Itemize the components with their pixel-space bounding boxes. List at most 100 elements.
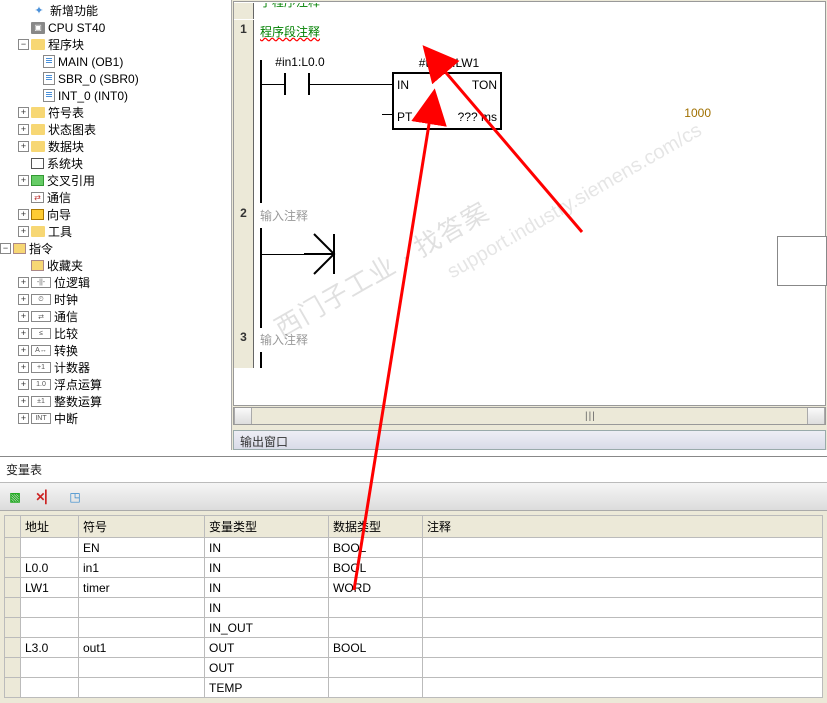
table-row[interactable]: LW1timerINWORD bbox=[5, 578, 823, 598]
cell-comment[interactable] bbox=[423, 638, 823, 658]
collapse-icon[interactable]: − bbox=[18, 39, 29, 50]
expand-icon[interactable]: + bbox=[18, 209, 29, 220]
tree-item-system-block[interactable]: 系统块 bbox=[0, 155, 231, 172]
tree-item-data-block[interactable]: +数据块 bbox=[0, 138, 231, 155]
row-header[interactable] bbox=[5, 678, 21, 698]
cell-comment[interactable] bbox=[423, 618, 823, 638]
cell-comment[interactable] bbox=[423, 538, 823, 558]
tree-item-main[interactable]: MAIN (OB1) bbox=[0, 53, 231, 70]
cell-symbol[interactable]: EN bbox=[79, 538, 205, 558]
table-row[interactable]: OUT bbox=[5, 658, 823, 678]
cell-vartype[interactable]: OUT bbox=[205, 638, 329, 658]
cell-comment[interactable] bbox=[423, 578, 823, 598]
expand-icon[interactable]: + bbox=[18, 277, 29, 288]
tree-item-favorites[interactable]: 收藏夹 bbox=[0, 257, 231, 274]
col-symbol[interactable]: 符号 bbox=[79, 516, 205, 538]
tree-item-interrupt[interactable]: +INT中断 bbox=[0, 410, 231, 427]
expand-icon[interactable]: + bbox=[18, 311, 29, 322]
tree-item-convert[interactable]: +A↔转换 bbox=[0, 342, 231, 359]
tree-item-program-block[interactable]: −程序块 bbox=[0, 36, 231, 53]
tree-item-new-feature[interactable]: ✦新增功能 bbox=[0, 2, 231, 19]
expand-icon[interactable]: + bbox=[18, 175, 29, 186]
expand-icon[interactable]: + bbox=[18, 379, 29, 390]
tree-item-counter[interactable]: ++1计数器 bbox=[0, 359, 231, 376]
add-row-button[interactable]: ▧ bbox=[4, 486, 26, 508]
cell-address[interactable] bbox=[21, 678, 79, 698]
cell-datatype[interactable] bbox=[329, 618, 423, 638]
cell-address[interactable]: L3.0 bbox=[21, 638, 79, 658]
row-header[interactable] bbox=[5, 658, 21, 678]
tree-item-symbol-table[interactable]: +符号表 bbox=[0, 104, 231, 121]
tree-item-status-chart[interactable]: +状态图表 bbox=[0, 121, 231, 138]
variable-table[interactable]: 地址 符号 变量类型 数据类型 注释 ENINBOOLL0.0in1INBOOL… bbox=[4, 515, 823, 698]
cell-vartype[interactable]: IN bbox=[205, 598, 329, 618]
cell-vartype[interactable]: IN bbox=[205, 558, 329, 578]
row-header[interactable] bbox=[5, 638, 21, 658]
tree-item-tools[interactable]: +工具 bbox=[0, 223, 231, 240]
cell-datatype[interactable]: WORD bbox=[329, 578, 423, 598]
delete-row-button[interactable]: ✕▏ bbox=[34, 486, 56, 508]
contact-in1[interactable]: #in1:L0.0 bbox=[284, 73, 310, 95]
tree-item-comm[interactable]: ⇄通信 bbox=[0, 189, 231, 206]
scroll-left-button[interactable] bbox=[234, 408, 252, 424]
network-comment-placeholder[interactable]: 输入注释 bbox=[260, 209, 308, 223]
cell-address[interactable] bbox=[21, 598, 79, 618]
cell-symbol[interactable]: in1 bbox=[79, 558, 205, 578]
cell-comment[interactable] bbox=[423, 598, 823, 618]
row-header[interactable] bbox=[5, 558, 21, 578]
cell-vartype[interactable]: OUT bbox=[205, 658, 329, 678]
scroll-thumb[interactable]: ||| bbox=[585, 411, 596, 422]
cell-address[interactable] bbox=[21, 618, 79, 638]
table-row[interactable]: IN_OUT bbox=[5, 618, 823, 638]
row-header[interactable] bbox=[5, 618, 21, 638]
cell-symbol[interactable]: out1 bbox=[79, 638, 205, 658]
cell-comment[interactable] bbox=[423, 678, 823, 698]
tree-item-comm2[interactable]: +⇄通信 bbox=[0, 308, 231, 325]
collapse-icon[interactable]: − bbox=[0, 243, 11, 254]
tree-item-bit-logic[interactable]: +-||-位逻辑 bbox=[0, 274, 231, 291]
network-2[interactable]: 2 输入注释 bbox=[234, 203, 825, 327]
cell-vartype[interactable]: IN bbox=[205, 578, 329, 598]
ladder-scroll[interactable]: 子程序注释 1 程序段注释 #in1:L0.0 bbox=[233, 1, 826, 406]
expand-icon[interactable]: + bbox=[18, 226, 29, 237]
cell-vartype[interactable]: TEMP bbox=[205, 678, 329, 698]
cell-datatype[interactable] bbox=[329, 598, 423, 618]
cell-vartype[interactable]: IN_OUT bbox=[205, 618, 329, 638]
toolbar-button[interactable]: ◳ bbox=[64, 486, 86, 508]
tree-item-integer[interactable]: +±1整数运算 bbox=[0, 393, 231, 410]
tree-item-clock[interactable]: +⏲时钟 bbox=[0, 291, 231, 308]
network-3[interactable]: 3 输入注释 bbox=[234, 327, 825, 367]
scroll-right-button[interactable] bbox=[807, 408, 825, 424]
expand-icon[interactable]: + bbox=[18, 362, 29, 373]
cell-symbol[interactable] bbox=[79, 618, 205, 638]
cell-vartype[interactable]: IN bbox=[205, 538, 329, 558]
cell-symbol[interactable] bbox=[79, 658, 205, 678]
network-1[interactable]: 1 程序段注释 #in1:L0.0 #timer:LW1 IN bbox=[234, 19, 825, 203]
expand-icon[interactable]: + bbox=[18, 124, 29, 135]
sub-comment[interactable]: 子程序注释 bbox=[260, 3, 320, 9]
horizontal-scrollbar[interactable]: ||| bbox=[233, 407, 826, 425]
cell-datatype[interactable]: BOOL bbox=[329, 538, 423, 558]
cell-datatype[interactable]: BOOL bbox=[329, 638, 423, 658]
tree-item-int0[interactable]: INT_0 (INT0) bbox=[0, 87, 231, 104]
table-row[interactable]: IN bbox=[5, 598, 823, 618]
cell-address[interactable] bbox=[21, 538, 79, 558]
table-row[interactable]: L3.0out1OUTBOOL bbox=[5, 638, 823, 658]
row-header[interactable] bbox=[5, 578, 21, 598]
cell-address[interactable]: LW1 bbox=[21, 578, 79, 598]
table-row[interactable]: ENINBOOL bbox=[5, 538, 823, 558]
ton-pt-value[interactable]: 1000 bbox=[661, 106, 711, 120]
row-header[interactable] bbox=[5, 538, 21, 558]
cell-symbol[interactable] bbox=[79, 598, 205, 618]
cell-datatype[interactable]: BOOL bbox=[329, 558, 423, 578]
project-tree[interactable]: ✦新增功能 ▣CPU ST40 −程序块 MAIN (OB1) SBR_0 (S… bbox=[0, 0, 232, 450]
col-vartype[interactable]: 变量类型 bbox=[205, 516, 329, 538]
tree-item-float[interactable]: +1.0浮点运算 bbox=[0, 376, 231, 393]
cell-address[interactable] bbox=[21, 658, 79, 678]
ton-block[interactable]: #timer:LW1 IN TON PT ??? ms bbox=[392, 72, 502, 130]
expand-icon[interactable]: + bbox=[18, 413, 29, 424]
col-address[interactable]: 地址 bbox=[21, 516, 79, 538]
tree-item-sbr0[interactable]: SBR_0 (SBR0) bbox=[0, 70, 231, 87]
tree-item-cpu[interactable]: ▣CPU ST40 bbox=[0, 19, 231, 36]
expand-icon[interactable]: + bbox=[18, 345, 29, 356]
